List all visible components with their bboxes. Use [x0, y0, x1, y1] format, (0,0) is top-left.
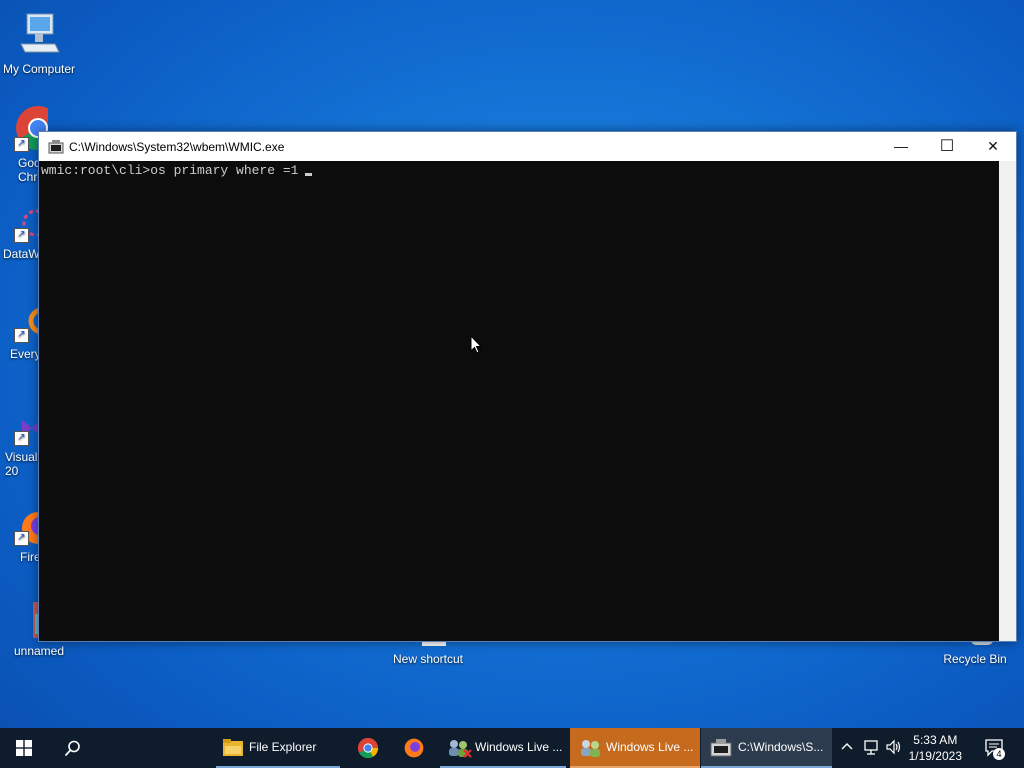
taskbar-item-chrome[interactable] — [346, 728, 390, 768]
show-hidden-icons-chevron-icon[interactable] — [840, 736, 854, 759]
windows-live-icon — [581, 740, 600, 757]
desktop-icon-my-computer[interactable]: My Computer — [0, 10, 78, 76]
terminal-output-area[interactable]: wmic:root\cli>os primary where =1 — [39, 161, 999, 641]
maximize-icon: ☐ — [939, 138, 955, 155]
desktop-icon-firefox[interactable]: ↗ Fire — [0, 508, 40, 574]
clock-date: 1/19/2023 — [908, 749, 962, 763]
start-button[interactable] — [0, 728, 48, 768]
notification-count-badge: 4 — [993, 748, 1005, 760]
shortcut-arrow-icon: ↗ — [14, 531, 29, 546]
desktop-icon-datawrangler[interactable]: ↗ DataW — [0, 205, 40, 275]
terminal-line: wmic:root\cli>os primary where =1 — [41, 163, 313, 179]
close-button[interactable]: ✕ — [970, 132, 1016, 161]
vertical-scrollbar[interactable] — [999, 161, 1016, 641]
visual-studio-icon: ↗ — [14, 408, 40, 456]
taskbar-item-label: File Explorer — [249, 740, 317, 754]
mouse-pointer-icon — [470, 334, 483, 357]
close-icon: ✕ — [987, 138, 999, 154]
desktop-icon-visual-studio[interactable]: ↗ Visual 20 — [0, 408, 40, 488]
shortcut-arrow-icon: ↗ — [14, 228, 29, 243]
everything-search-icon: ↗ — [14, 305, 40, 353]
console-icon — [710, 739, 732, 757]
window-title-bar[interactable]: C:\Windows\System32\wbem\WMIC.exe — ☐ ✕ — [39, 132, 1016, 161]
firefox-icon: ↗ — [14, 508, 40, 556]
taskbar-clock[interactable]: 5:33 AM 1/19/2023 — [909, 732, 962, 764]
desktop-icon-new-shortcut[interactable]: New shortcut — [389, 640, 467, 666]
taskbar-item-file-explorer[interactable]: File Explorer — [216, 728, 340, 768]
taskbar-item-wmic-console[interactable]: C:\Windows\S... — [701, 728, 832, 768]
firefox-icon — [404, 738, 424, 758]
console-app-icon — [48, 140, 64, 154]
windows-logo-icon — [16, 740, 32, 756]
minimize-icon: — — [894, 138, 908, 154]
computer-icon — [15, 10, 63, 58]
chrome-icon — [357, 737, 379, 759]
command-prompt-text: wmic:root\cli>os primary where =1 — [41, 163, 299, 178]
taskbar-item-windows-live-2[interactable]: Windows Live ... — [570, 728, 700, 768]
text-cursor — [305, 173, 313, 176]
search-button[interactable] — [48, 728, 96, 768]
volume-icon[interactable] — [885, 738, 903, 759]
taskbar-item-windows-live-1[interactable]: Windows Live ... — [440, 728, 566, 768]
taskbar-item-label: Windows Live ... — [606, 740, 694, 754]
window-title: C:\Windows\System32\wbem\WMIC.exe — [69, 140, 285, 154]
desktop-icon-label: Recycle Bin — [943, 652, 1007, 666]
search-icon — [64, 740, 80, 757]
taskbar-item-label: C:\Windows\S... — [738, 740, 824, 754]
shortcut-arrow-icon: ↗ — [14, 328, 29, 343]
desktop-icon-recycle-bin[interactable]: Recycle Bin — [936, 640, 1014, 666]
network-icon[interactable] — [862, 738, 880, 759]
shortcut-arrow-icon: ↗ — [14, 431, 29, 446]
folder-icon — [223, 739, 243, 756]
taskbar: File Explorer Windows Live ... Windows L… — [0, 728, 1024, 768]
desktop-icon-label: unnamed — [13, 644, 65, 658]
desktop-icon-everything[interactable]: ↗ Every — [0, 305, 40, 375]
taskbar-item-label: Windows Live ... — [475, 740, 563, 754]
datawrangler-icon: ↗ — [14, 205, 40, 253]
maximize-button[interactable]: ☐ — [924, 132, 970, 161]
minimize-button[interactable]: — — [878, 132, 924, 161]
windows-live-icon — [449, 740, 472, 758]
wmic-console-window[interactable]: C:\Windows\System32\wbem\WMIC.exe — ☐ ✕ … — [38, 131, 1017, 642]
shortcut-arrow-icon: ↗ — [14, 137, 29, 152]
desktop-icon-label: My Computer — [2, 62, 76, 76]
clock-time: 5:33 AM — [913, 733, 958, 747]
taskbar-item-firefox[interactable] — [392, 728, 436, 768]
desktop-icon-label: New shortcut — [392, 652, 464, 666]
